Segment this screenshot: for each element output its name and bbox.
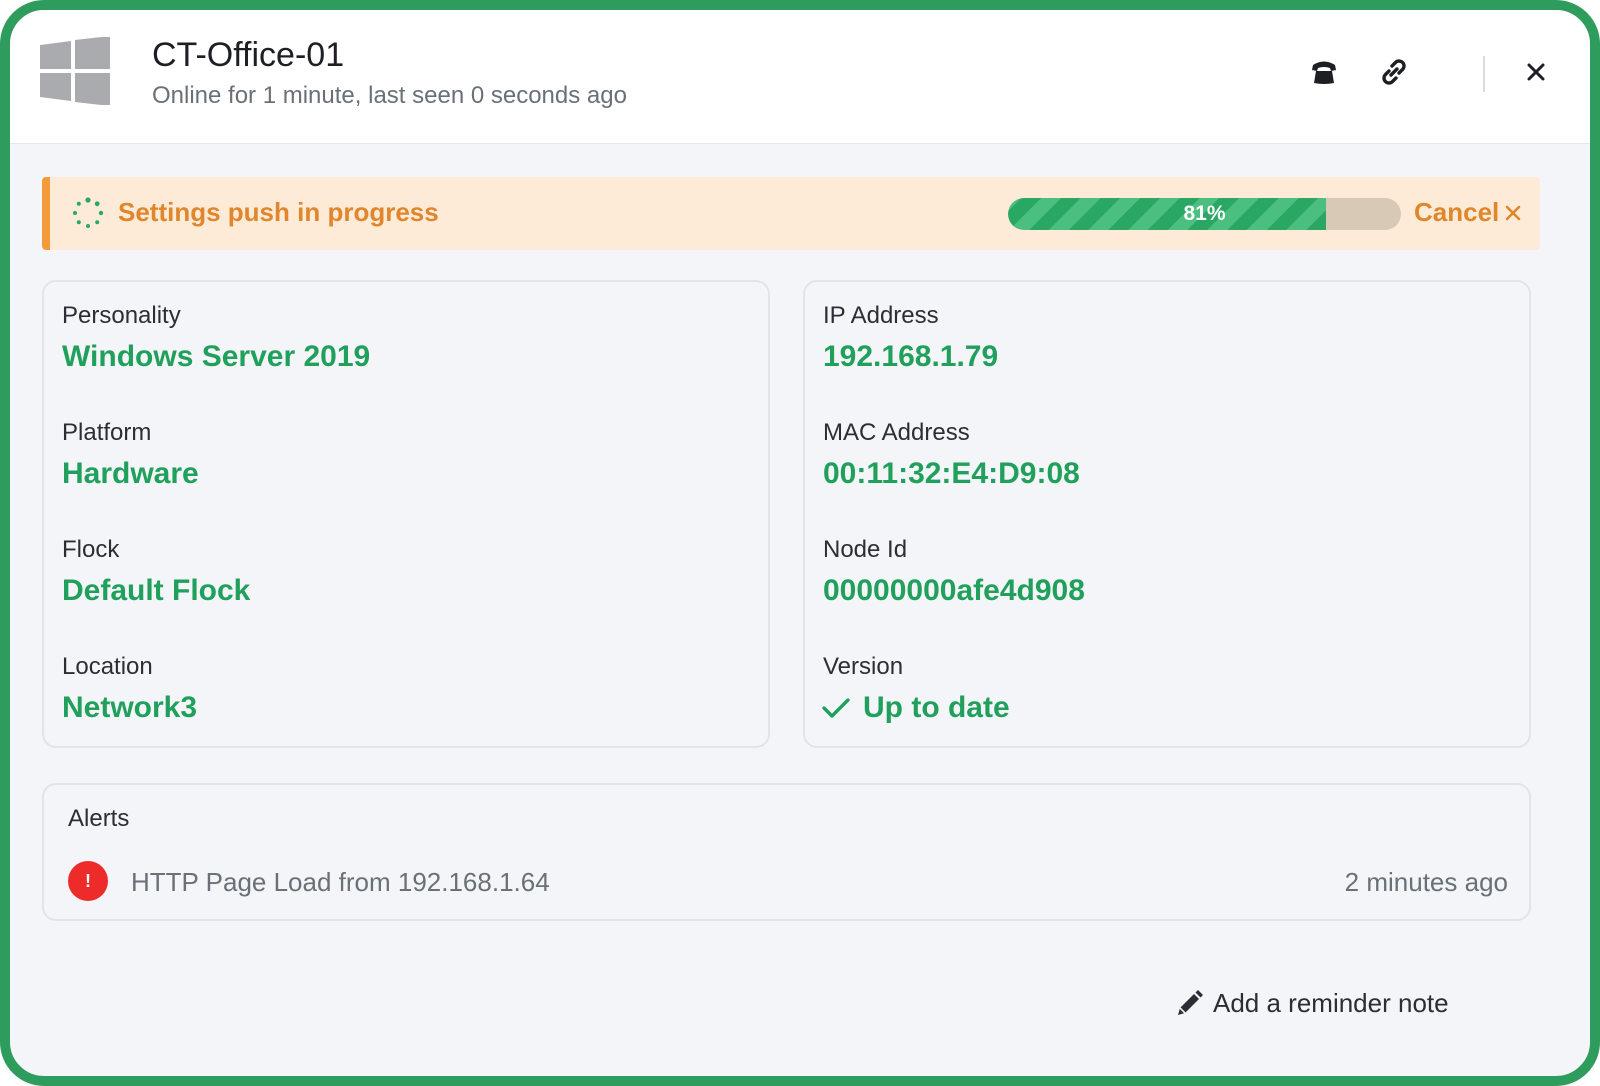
personality-value: Windows Server 2019 bbox=[62, 340, 371, 373]
windows-logo-icon bbox=[40, 37, 110, 105]
progress-label: 81% bbox=[1183, 202, 1226, 225]
platform-value: Hardware bbox=[62, 457, 199, 490]
version-value: Up to date bbox=[863, 691, 1010, 724]
version-label: Version bbox=[823, 653, 904, 680]
alert-text: HTTP Page Load from 192.168.1.64 bbox=[131, 867, 550, 897]
alert-icon: ! bbox=[68, 861, 108, 901]
phone-icon[interactable] bbox=[1306, 54, 1342, 90]
device-title: CT-Office-01 bbox=[152, 36, 345, 74]
link-icon[interactable] bbox=[1376, 54, 1412, 90]
alerts-title: Alerts bbox=[68, 805, 130, 832]
alerts-card: Alerts ! HTTP Page Load from 192.168.1.6… bbox=[42, 783, 1531, 921]
alert-item[interactable]: ! HTTP Page Load from 192.168.1.64 2 min… bbox=[68, 861, 1508, 901]
personality-label: Personality bbox=[62, 302, 181, 329]
mac-address-label: MAC Address bbox=[823, 419, 970, 446]
reminder-label: Add a reminder note bbox=[1213, 988, 1449, 1018]
platform-label: Platform bbox=[62, 419, 152, 446]
version-status: Up to date bbox=[821, 691, 1010, 725]
ip-address-value: 192.168.1.79 bbox=[823, 340, 999, 373]
ip-address-label: IP Address bbox=[823, 302, 939, 329]
spinner-icon bbox=[73, 197, 104, 228]
node-id-label: Node Id bbox=[823, 536, 908, 563]
flock-label: Flock bbox=[62, 536, 120, 563]
close-icon[interactable] bbox=[1518, 54, 1554, 90]
mac-address-value: 00:11:32:E4:D9:08 bbox=[823, 457, 1080, 490]
progress-bar: 81% bbox=[1008, 198, 1401, 230]
flock-value: Default Flock bbox=[62, 574, 251, 607]
device-details-card: Personality Windows Server 2019 Platform… bbox=[42, 280, 770, 748]
add-reminder-note-button[interactable]: Add a reminder note bbox=[1175, 988, 1449, 1019]
alert-time: 2 minutes ago bbox=[1344, 867, 1508, 897]
node-id-value: 00000000afe4d908 bbox=[823, 574, 1085, 607]
device-status-text: Online for 1 minute, last seen 0 seconds… bbox=[152, 82, 627, 109]
banner-message: Settings push in progress bbox=[118, 197, 439, 227]
location-value: Network3 bbox=[62, 691, 198, 724]
checkmark-icon bbox=[822, 698, 850, 718]
location-label: Location bbox=[62, 653, 153, 680]
device-panel: CT-Office-01 Online for 1 minute, last s… bbox=[0, 0, 1600, 1086]
network-details-card: IP Address 192.168.1.79 MAC Address 00:1… bbox=[803, 280, 1531, 748]
cancel-button[interactable]: Cancel bbox=[1414, 197, 1521, 228]
settings-push-banner: Settings push in progress 81% Cancel bbox=[42, 177, 1540, 250]
cancel-label: Cancel bbox=[1414, 197, 1500, 227]
pencil-icon bbox=[1178, 989, 1203, 1015]
panel-header: CT-Office-01 Online for 1 minute, last s… bbox=[10, 10, 1590, 144]
header-divider bbox=[1483, 56, 1485, 92]
close-icon bbox=[1505, 205, 1521, 220]
